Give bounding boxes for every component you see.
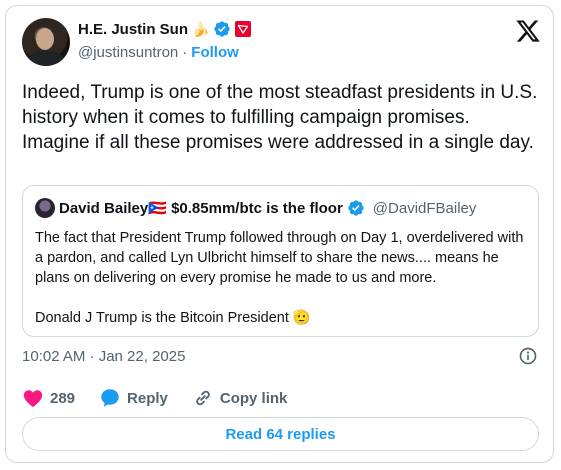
x-logo-icon[interactable] [515,18,541,44]
tron-badge-icon [235,21,252,37]
info-icon[interactable] [518,346,538,366]
quoted-handle: @DavidFBailey [372,199,477,217]
quoted-paragraph: The fact that President Trump followed t… [35,230,524,286]
action-bar: 289 Reply Copy link [22,386,311,410]
reply-button[interactable]: Reply [99,387,168,409]
author-handle[interactable]: @justinsuntron [78,44,178,61]
tweet-text: Indeed, Trump is one of the most steadfa… [22,82,538,153]
quoted-tweet-body: The fact that President Trump followed t… [35,228,525,328]
quoted-paragraph: Donald J Trump is the Bitcoin President … [35,310,311,326]
verified-icon [214,21,231,37]
quoted-avatar [35,198,55,218]
author-avatar[interactable] [22,18,70,66]
tweet-card: H.E. Justin Sun 🍌 @justinsuntron · Follo… [5,5,554,463]
quoted-tweet[interactable]: David Bailey🇵🇷 $0.85mm/btc is the floor … [22,185,539,337]
quoted-name-suffix: $0.85mm/btc is the floor [166,200,343,217]
read-replies-button[interactable]: Read 64 replies [22,417,539,451]
author-handle-row: @justinsuntron · Follow [78,44,239,61]
verified-icon [348,200,364,216]
author-display-name[interactable]: H.E. Justin Sun [78,21,188,38]
quoted-tweet-header: David Bailey🇵🇷 $0.85mm/btc is the floor … [35,198,476,218]
tweet-timestamp[interactable]: 10:02 AM · Jan 22, 2025 [22,348,185,365]
copy-link-label: Copy link [219,389,288,407]
handle-separator: · [182,44,188,61]
follow-button[interactable]: Follow [191,44,239,61]
link-icon [196,390,210,406]
copy-link-button[interactable]: Copy link [192,387,288,409]
reply-label: Reply [127,389,168,407]
reply-bubble-icon [101,389,119,407]
heart-icon [23,390,43,407]
like-button[interactable]: 289 [22,387,75,409]
quoted-display-name: David Bailey🇵🇷 $0.85mm/btc is the floor [59,200,343,217]
like-count: 289 [50,389,76,407]
flag-emoji: 🇵🇷 [148,200,167,217]
author-name-row: H.E. Justin Sun 🍌 [78,20,252,38]
banana-emoji: 🍌 [192,20,210,37]
